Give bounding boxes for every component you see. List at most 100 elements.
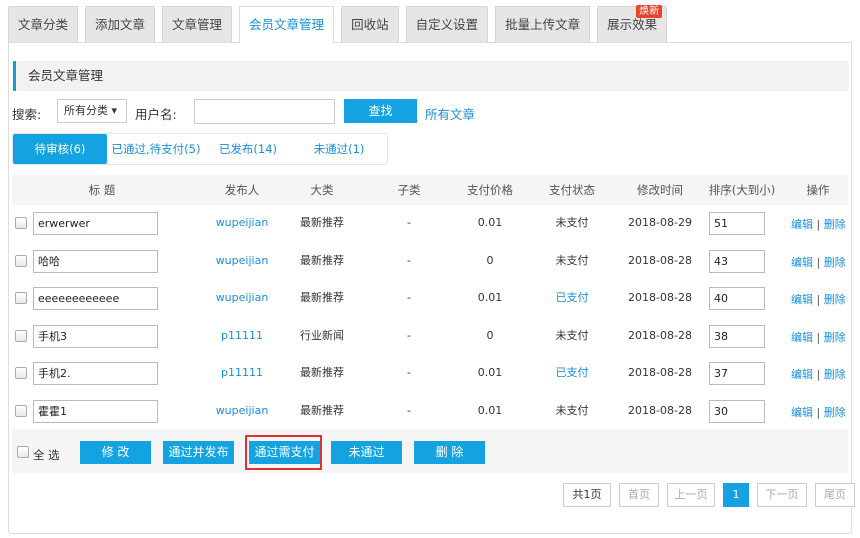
subcategory-cell: -	[407, 216, 411, 229]
username-label: 用户名:	[135, 107, 177, 122]
price-cell: 0.01	[477, 366, 503, 379]
subtab-rejected[interactable]: 未通过(1)	[291, 134, 387, 164]
status-subtabs: 待审核(6) 已通过,待支付(5) 已发布(14) 未通过(1)	[12, 133, 388, 165]
row-actions: 编辑 | 删除	[791, 291, 846, 307]
category-select[interactable]: 所有分类 ▾	[57, 99, 127, 123]
table-row: 手机2. p11111 最新推荐 - 0.01 已支付 2018-08-28 37 编辑 | 删…	[12, 355, 848, 392]
row-checkbox[interactable]	[15, 217, 27, 229]
pay-status-cell: 未支付	[555, 216, 589, 229]
sort-input[interactable]: 30	[709, 399, 765, 423]
ops-separator: |	[816, 368, 821, 381]
row-checkbox[interactable]	[15, 367, 27, 379]
page-next[interactable]: 下一页	[757, 483, 807, 507]
sort-input[interactable]: 37	[709, 362, 765, 385]
reject-button[interactable]: 未通过	[331, 441, 402, 464]
page-last[interactable]: 尾页	[815, 483, 855, 507]
tab-member-article-manage[interactable]: 会员文章管理	[239, 6, 335, 43]
tab-add-article[interactable]: 添加文章	[85, 6, 156, 42]
price-cell: 0.01	[477, 403, 503, 417]
title-input[interactable]: 霍霍1	[33, 399, 158, 423]
publisher-link[interactable]: wupeijian	[208, 254, 276, 268]
publisher-link[interactable]: wupeijian	[208, 291, 276, 305]
table-footer: 全 选 修 改 通过并发布 通过需支付 未通过 删 除	[12, 429, 848, 473]
price-cell: 0.01	[477, 216, 503, 229]
edit-button[interactable]: 修 改	[80, 441, 151, 464]
modified-time-cell: 2018-08-28	[628, 253, 692, 267]
approve-publish-button[interactable]: 通过并发布	[163, 441, 234, 464]
table-row: erwerwer wupeijian 最新推荐 - 0.01 未支付 2018-08-29 5…	[12, 205, 848, 242]
select-all-checkbox[interactable]	[17, 446, 29, 458]
subtab-published[interactable]: 已发布(14)	[205, 134, 291, 164]
tab-custom-settings[interactable]: 自定义设置	[405, 6, 489, 42]
category-cell: 行业新闻	[300, 328, 344, 342]
publisher-link[interactable]: p11111	[208, 366, 276, 380]
category-cell: 最新推荐	[300, 403, 344, 417]
edit-link[interactable]: 编辑	[791, 331, 813, 344]
category-cell: 最新推荐	[300, 253, 344, 267]
row-checkbox[interactable]	[15, 404, 27, 417]
all-articles-link[interactable]: 所有文章	[425, 104, 475, 123]
col-price: 支付价格	[467, 183, 513, 197]
title-input[interactable]: 手机3	[33, 324, 158, 348]
tab-batch-upload[interactable]: 批量上传文章	[495, 6, 591, 42]
new-badge: 焕新	[636, 5, 663, 18]
sort-input[interactable]: 40	[709, 287, 765, 310]
tab-recycle-bin[interactable]: 回收站	[341, 6, 399, 42]
edit-link[interactable]: 编辑	[791, 256, 813, 269]
ops-separator: |	[816, 405, 821, 419]
col-subcategory: 子类	[397, 183, 421, 197]
page-total: 共1页	[563, 483, 611, 507]
search-label: 搜索:	[12, 107, 42, 122]
title-input[interactable]: eeeeeeeeeeee	[33, 287, 158, 310]
delete-link[interactable]: 删除	[824, 406, 846, 419]
sort-input[interactable]: 38	[709, 324, 765, 348]
row-actions: 编辑 | 删除	[791, 366, 846, 382]
delete-link[interactable]: 删除	[824, 368, 846, 381]
tab-article-category[interactable]: 文章分类	[8, 6, 79, 42]
subcategory-cell: -	[407, 403, 411, 417]
edit-link[interactable]: 编辑	[791, 406, 813, 419]
row-actions: 编辑 | 删除	[791, 329, 846, 345]
modified-time-cell: 2018-08-29	[628, 216, 692, 229]
search-button[interactable]: 查找	[344, 99, 417, 123]
subcategory-cell: -	[407, 291, 411, 304]
publisher-link[interactable]: wupeijian	[208, 216, 276, 230]
price-cell: 0	[486, 328, 494, 342]
row-checkbox[interactable]	[15, 292, 27, 304]
edit-link[interactable]: 编辑	[791, 293, 813, 306]
sort-input[interactable]: 43	[709, 249, 765, 273]
username-input[interactable]	[194, 99, 335, 124]
page-current[interactable]: 1	[723, 483, 749, 507]
tab-display-effect[interactable]: 展示效果 焕新	[597, 5, 668, 42]
title-input[interactable]: erwerwer	[33, 212, 158, 235]
row-checkbox[interactable]	[15, 329, 27, 342]
highlight-box	[245, 435, 322, 470]
subtab-approved-unpaid[interactable]: 已通过,待支付(5)	[107, 134, 205, 164]
title-input[interactable]: 哈哈	[33, 249, 158, 273]
pay-status-cell: 未支付	[555, 403, 589, 417]
publisher-link[interactable]: wupeijian	[208, 404, 276, 418]
modified-time-cell: 2018-08-28	[628, 291, 692, 304]
delete-link[interactable]: 删除	[824, 331, 846, 344]
delete-link[interactable]: 删除	[824, 256, 846, 269]
table-row: 手机3 p11111 行业新闻 - 0 未支付 2018-08-28 38 编辑 | 删除	[12, 318, 848, 355]
row-checkbox[interactable]	[15, 254, 27, 267]
col-publisher: 发布人	[224, 183, 260, 197]
title-input[interactable]: 手机2.	[33, 362, 158, 385]
sort-input[interactable]: 51	[709, 212, 765, 235]
delete-link[interactable]: 删除	[824, 293, 846, 306]
edit-link[interactable]: 编辑	[791, 368, 813, 381]
col-actions: 操作	[806, 183, 830, 197]
section-title: 会员文章管理	[13, 61, 849, 91]
row-actions: 编辑 | 删除	[791, 404, 846, 420]
page-first[interactable]: 首页	[619, 483, 659, 507]
subtab-pending[interactable]: 待审核(6)	[13, 134, 107, 164]
edit-link[interactable]: 编辑	[791, 218, 813, 231]
publisher-link[interactable]: p11111	[208, 329, 276, 343]
tab-article-manage[interactable]: 文章管理	[162, 6, 233, 42]
tab-bar: 文章分类 添加文章 文章管理 会员文章管理 回收站 自定义设置 批量上传文章 展…	[8, 5, 674, 43]
subcategory-cell: -	[407, 328, 411, 342]
delete-link[interactable]: 删除	[824, 218, 846, 231]
page-prev[interactable]: 上一页	[667, 483, 715, 507]
delete-button[interactable]: 删 除	[414, 441, 485, 464]
